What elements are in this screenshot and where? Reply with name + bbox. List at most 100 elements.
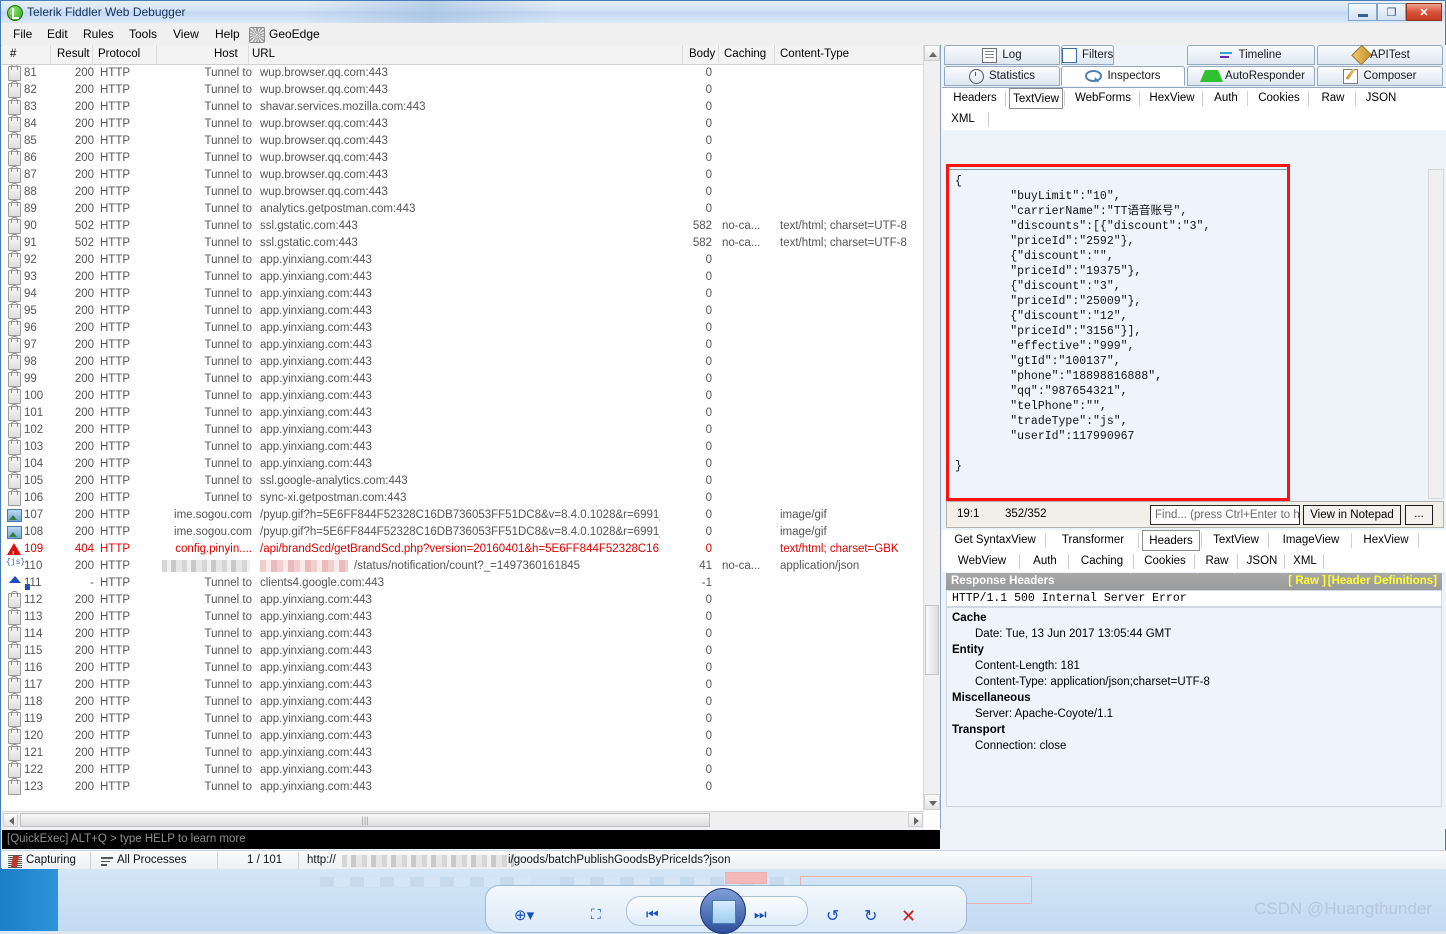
table-row[interactable]: 89 200 HTTP Tunnel to analytics.getpostman.c… bbox=[2, 200, 940, 218]
scroll-up-arrow-icon[interactable] bbox=[924, 45, 940, 61]
response-tab-auth[interactable]: Auth bbox=[1023, 551, 1067, 572]
request-body-scrollbar[interactable] bbox=[1428, 169, 1444, 499]
menu-item-rules[interactable]: Rules bbox=[81, 27, 116, 41]
delete-icon[interactable]: ✕ bbox=[901, 906, 916, 927]
table-row[interactable]: 95 200 HTTP Tunnel to app.yinxiang.com:443 0 bbox=[2, 302, 940, 320]
request-tab-webforms[interactable]: WebForms bbox=[1068, 88, 1138, 109]
table-row[interactable]: 88 200 HTTP Tunnel to wup.browser.qq.com:443… bbox=[2, 183, 940, 201]
rotate-right-icon[interactable]: ↻ bbox=[864, 906, 877, 926]
column-header-host[interactable]: Host bbox=[214, 48, 238, 60]
more-options-button[interactable]: ... bbox=[1405, 505, 1433, 525]
response-tab-transformer[interactable]: Transformer bbox=[1049, 530, 1137, 551]
table-row[interactable]: 91 502 HTTP Tunnel to ssl.gstatic.com:443 582… bbox=[2, 234, 940, 252]
table-row[interactable]: 94 200 HTTP Tunnel to app.yinxiang.com:443 0 bbox=[2, 285, 940, 303]
response-tab-imageview[interactable]: ImageView bbox=[1272, 530, 1350, 551]
rotate-left-icon[interactable]: ↺ bbox=[826, 906, 839, 926]
table-row[interactable]: 98 200 HTTP Tunnel to app.yinxiang.com:443 0 bbox=[2, 353, 940, 371]
hscroll-left-arrow-icon[interactable] bbox=[3, 813, 18, 827]
menu-item-geoedge[interactable]: GeoEdge bbox=[267, 27, 322, 41]
request-inspector-tabs[interactable]: Headers TextView WebForms HexView Auth Cookie… bbox=[942, 87, 1446, 130]
column-header-body[interactable]: Body bbox=[689, 48, 715, 60]
table-row[interactable]: 108 200 HTTP ime.sogou.com/pyup.gif?h=5E6FF… bbox=[2, 524, 940, 541]
table-row[interactable]: 87 200 HTTP Tunnel to wup.browser.qq.com:443… bbox=[2, 166, 940, 184]
response-tab-caching[interactable]: Caching bbox=[1072, 551, 1132, 572]
table-row[interactable]: 120 200 HTTP Tunnel to app.yinxiang.com:443 0 bbox=[2, 727, 940, 745]
table-row[interactable]: 113 200 HTTP Tunnel to app.yinxiang.com:443 0 bbox=[2, 608, 940, 626]
table-row[interactable]: 109 404 HTTP config.pinyin.... /api/brandScd… bbox=[2, 541, 940, 563]
response-tab-cookies[interactable]: Cookies bbox=[1137, 551, 1193, 572]
table-row[interactable]: 117 200 HTTP Tunnel to app.yinxiang.com:443 0 bbox=[2, 676, 940, 694]
tab-composer[interactable]: Composer bbox=[1317, 66, 1443, 86]
request-textview-body[interactable]: { "buyLimit":"10", "carrierName":"TT语音账号… bbox=[948, 169, 1288, 499]
session-vertical-scrollbar[interactable] bbox=[923, 45, 940, 810]
request-tab-hexview[interactable]: HexView bbox=[1143, 88, 1201, 109]
request-tab-raw[interactable]: Raw bbox=[1312, 88, 1354, 109]
find-input[interactable]: Find... (press Ctrl+Enter to hig bbox=[1150, 505, 1300, 525]
response-tab-json[interactable]: JSON bbox=[1241, 551, 1283, 572]
menu-item-file[interactable]: File bbox=[11, 27, 34, 41]
minimize-button[interactable] bbox=[1348, 3, 1377, 21]
table-row[interactable]: 123 200 HTTP Tunnel to app.yinxiang.com:443 0 bbox=[2, 778, 940, 796]
tab-inspectors[interactable]: Inspectors bbox=[1061, 66, 1185, 86]
table-row[interactable]: 105 200 HTTP Tunnel to ssl.google-analytics.… bbox=[2, 472, 940, 490]
capturing-label[interactable]: Capturing bbox=[26, 854, 76, 866]
close-button[interactable]: ✕ bbox=[1406, 3, 1442, 21]
request-tab-headers[interactable]: Headers bbox=[946, 88, 1004, 109]
column-header-caching[interactable]: Caching bbox=[724, 48, 766, 60]
table-row[interactable]: 92 200 HTTP Tunnel to app.yinxiang.com:443 0 bbox=[2, 251, 940, 269]
request-tab-cookies[interactable]: Cookies bbox=[1251, 88, 1307, 109]
previous-icon[interactable]: ⏮ bbox=[646, 906, 659, 923]
column-header-url[interactable]: URL bbox=[252, 48, 275, 60]
play-button[interactable] bbox=[700, 888, 746, 934]
table-row[interactable]: 97 200 HTTP Tunnel to app.yinxiang.com:443 0 bbox=[2, 336, 940, 354]
table-row[interactable]: {js} 110 200 HTTP/status/notification/coun… bbox=[2, 558, 940, 575]
table-row[interactable]: 119 200 HTTP Tunnel to app.yinxiang.com:443 0 bbox=[2, 710, 940, 728]
next-icon[interactable]: ⏭ bbox=[754, 906, 767, 923]
column-header-number[interactable]: # bbox=[10, 48, 16, 60]
raw-link[interactable]: [ Raw ] bbox=[1288, 573, 1326, 590]
menu-item-view[interactable]: View bbox=[171, 27, 201, 41]
table-row[interactable]: 104 200 HTTP Tunnel to app.yinxiang.com:443 0 bbox=[2, 455, 940, 473]
restore-button[interactable]: ❐ bbox=[1377, 3, 1406, 21]
table-row[interactable]: 93 200 HTTP Tunnel to app.yinxiang.com:443 0 bbox=[2, 268, 940, 286]
response-tab-raw[interactable]: Raw bbox=[1198, 551, 1236, 572]
table-row[interactable]: 85 200 HTTP Tunnel to wup.browser.qq.com:443… bbox=[2, 132, 940, 150]
table-row[interactable]: 118 200 HTTP Tunnel to app.yinxiang.com:443 0 bbox=[2, 693, 940, 711]
response-tab-textview[interactable]: TextView bbox=[1205, 530, 1267, 551]
response-tab-hexview[interactable]: HexView bbox=[1355, 530, 1417, 551]
response-tab-xml[interactable]: XML bbox=[1288, 551, 1322, 572]
table-row[interactable]: 111 - HTTP Tunnel to clients4.google.com:443… bbox=[2, 575, 940, 592]
response-tab-webview[interactable]: WebView bbox=[946, 551, 1018, 572]
hscroll-right-arrow-icon[interactable] bbox=[908, 813, 923, 827]
table-row[interactable]: 116 200 HTTP Tunnel to app.yinxiang.com:443 0 bbox=[2, 659, 940, 677]
zoom-icon[interactable]: ⊕▾ bbox=[514, 906, 534, 924]
request-tab-xml[interactable]: XML bbox=[946, 109, 980, 130]
column-header-ctype[interactable]: Content-Type bbox=[780, 48, 849, 60]
menu-item-tools[interactable]: Tools bbox=[127, 27, 159, 41]
table-row[interactable]: 122 200 HTTP Tunnel to app.yinxiang.com:443 0 bbox=[2, 761, 940, 779]
table-row[interactable]: 112 200 HTTP Tunnel to app.yinxiang.com:443 0 bbox=[2, 591, 940, 609]
scroll-down-arrow-icon[interactable] bbox=[924, 794, 940, 810]
tab-log[interactable]: Log bbox=[944, 45, 1060, 65]
session-horizontal-scrollbar[interactable]: ||| bbox=[2, 811, 924, 829]
response-inspector-tabs[interactable]: Get SyntaxView Transformer Headers TextView… bbox=[942, 530, 1446, 572]
tab-timeline[interactable]: Timeline bbox=[1187, 45, 1315, 65]
table-row[interactable]: 83 200 HTTP Tunnel to shavar.services.mozill… bbox=[2, 98, 940, 116]
request-tab-auth[interactable]: Auth bbox=[1206, 88, 1246, 109]
request-tab-json[interactable]: JSON bbox=[1359, 88, 1403, 109]
fit-screen-icon[interactable]: ⛶ bbox=[591, 906, 601, 923]
table-row[interactable]: 114 200 HTTP Tunnel to app.yinxiang.com:443 0 bbox=[2, 625, 940, 643]
table-row[interactable]: 115 200 HTTP Tunnel to app.yinxiang.com:443 0 bbox=[2, 642, 940, 660]
table-row[interactable]: 90 502 HTTP Tunnel to ssl.gstatic.com:443 582… bbox=[2, 217, 940, 235]
response-tab-headers[interactable]: Headers bbox=[1142, 530, 1200, 551]
hscroll-thumb[interactable]: ||| bbox=[20, 813, 710, 827]
table-row[interactable]: 102 200 HTTP Tunnel to app.yinxiang.com:443 0 bbox=[2, 421, 940, 439]
tab-statistics[interactable]: Statistics bbox=[944, 66, 1060, 86]
table-row[interactable]: 86 200 HTTP Tunnel to wup.browser.qq.com:443… bbox=[2, 149, 940, 167]
table-row[interactable]: 107 200 HTTP ime.sogou.com/pyup.gif?h=5E6FF… bbox=[2, 507, 940, 524]
table-row[interactable]: 82 200 HTTP Tunnel to wup.browser.qq.com:443… bbox=[2, 81, 940, 99]
table-row[interactable]: 106 200 HTTP Tunnel to sync-xi.getpostman.co… bbox=[2, 489, 940, 507]
menu-item-edit[interactable]: Edit bbox=[45, 27, 70, 41]
column-header-result[interactable]: Result bbox=[57, 48, 90, 60]
column-header-protocol[interactable]: Protocol bbox=[98, 48, 140, 60]
